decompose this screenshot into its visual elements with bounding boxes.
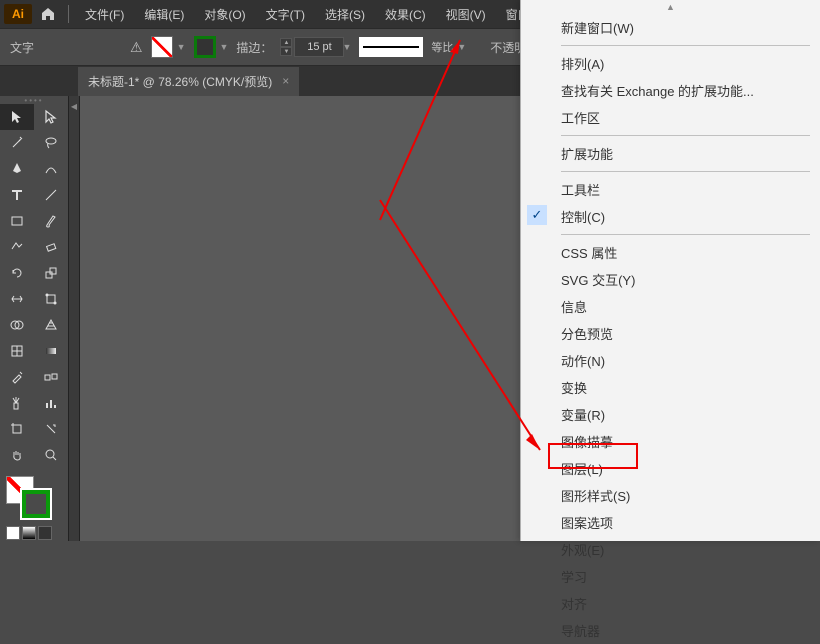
line-tool[interactable]: [34, 182, 68, 208]
menu-file[interactable]: 文件(F): [77, 2, 132, 27]
chevron-down-icon[interactable]: ▼: [177, 42, 186, 52]
none-mode[interactable]: [38, 526, 52, 540]
menu-control-label: 控制(C): [561, 210, 605, 225]
spinner-down[interactable]: ▼: [280, 47, 292, 56]
home-icon[interactable]: [36, 2, 60, 26]
menu-object[interactable]: 对象(O): [196, 2, 253, 27]
tools-panel: ••••: [0, 96, 68, 541]
menu-layers[interactable]: 图层(L): [521, 455, 820, 482]
fill-swatch[interactable]: [151, 36, 173, 58]
menu-variables[interactable]: 变量(R): [521, 401, 820, 428]
panel-grip[interactable]: ••••: [0, 96, 68, 104]
stroke-width-value[interactable]: 15 pt: [294, 37, 344, 57]
fill-stroke-control[interactable]: [0, 468, 68, 526]
menu-effect[interactable]: 效果(C): [377, 2, 434, 27]
tool-label: 文字: [10, 39, 34, 56]
menu-image-trace[interactable]: 图像描摹: [521, 428, 820, 455]
menu-text[interactable]: 文字(T): [258, 2, 313, 27]
rectangle-tool[interactable]: [0, 208, 34, 234]
hand-tool[interactable]: [0, 442, 34, 468]
direct-selection-tool[interactable]: [34, 104, 68, 130]
divider: [68, 5, 69, 23]
menu-graphic-styles[interactable]: 图形样式(S): [521, 482, 820, 509]
warning-icon[interactable]: ⚠: [130, 39, 143, 56]
chevron-down-icon[interactable]: ▼: [220, 42, 229, 52]
mesh-tool[interactable]: [0, 338, 34, 364]
menu-svg-interact[interactable]: SVG 交互(Y): [521, 266, 820, 293]
menu-sep-preview[interactable]: 分色预览: [521, 320, 820, 347]
menu-new-window[interactable]: 新建窗口(W): [521, 14, 820, 41]
menu-separator: [561, 45, 810, 46]
width-profile[interactable]: [359, 37, 423, 57]
menu-extensions[interactable]: 扩展功能: [521, 140, 820, 167]
menu-navigator[interactable]: 导航器: [521, 617, 820, 644]
perspective-tool[interactable]: [34, 312, 68, 338]
pen-tool[interactable]: [0, 156, 34, 182]
menu-edit[interactable]: 编辑(E): [136, 2, 192, 27]
stroke-color[interactable]: [22, 490, 50, 518]
menu-learn[interactable]: 学习: [521, 563, 820, 590]
menu-pattern-options[interactable]: 图案选项: [521, 509, 820, 536]
spinner-up[interactable]: ▲: [280, 38, 292, 47]
menu-align[interactable]: 对齐: [521, 590, 820, 617]
gradient-mode[interactable]: [22, 526, 36, 540]
menu-grip[interactable]: ▲: [521, 0, 820, 14]
artboard-tool[interactable]: [0, 416, 34, 442]
scale-tool[interactable]: [34, 260, 68, 286]
slice-tool[interactable]: [34, 416, 68, 442]
close-icon[interactable]: ×: [282, 74, 289, 88]
document-tab[interactable]: 未标题-1* @ 78.26% (CMYK/预览) ×: [78, 67, 299, 96]
paintbrush-tool[interactable]: [34, 208, 68, 234]
shaper-tool[interactable]: [0, 234, 34, 260]
chevron-down-icon[interactable]: ▼: [457, 42, 466, 52]
menu-toolbar[interactable]: 工具栏: [521, 176, 820, 203]
rotate-tool[interactable]: [0, 260, 34, 286]
menu-arrange[interactable]: 排列(A): [521, 50, 820, 77]
menu-transform[interactable]: 变换: [521, 374, 820, 401]
zoom-tool[interactable]: [34, 442, 68, 468]
tab-title: 未标题-1* @ 78.26% (CMYK/预览): [88, 73, 272, 90]
menu-actions[interactable]: 动作(N): [521, 347, 820, 374]
check-icon: ✓: [527, 205, 547, 225]
menu-exchange[interactable]: 查找有关 Exchange 的扩展功能...: [521, 77, 820, 104]
stroke-label: 描边：: [236, 39, 272, 56]
width-tool[interactable]: [0, 286, 34, 312]
shape-builder-tool[interactable]: [0, 312, 34, 338]
menu-separator: [561, 171, 810, 172]
lasso-tool[interactable]: [34, 130, 68, 156]
menu-separator: [561, 234, 810, 235]
menu-view[interactable]: 视图(V): [438, 2, 494, 27]
window-dropdown-menu: ▲ 新建窗口(W) 排列(A) 查找有关 Exchange 的扩展功能... 工…: [520, 0, 820, 541]
app-logo: Ai: [4, 4, 32, 24]
curvature-tool[interactable]: [34, 156, 68, 182]
free-transform-tool[interactable]: [34, 286, 68, 312]
menu-separator: [561, 135, 810, 136]
profile-label: 等比: [431, 39, 453, 55]
gradient-tool[interactable]: [34, 338, 68, 364]
symbol-sprayer-tool[interactable]: [0, 390, 34, 416]
magic-wand-tool[interactable]: [0, 130, 34, 156]
color-mode[interactable]: [6, 526, 20, 540]
type-tool[interactable]: [0, 182, 34, 208]
panel-collapse[interactable]: ◀: [68, 96, 80, 541]
blend-tool[interactable]: [34, 364, 68, 390]
menu-control[interactable]: ✓ 控制(C): [521, 203, 820, 230]
chevron-down-icon[interactable]: ▼: [342, 42, 351, 52]
stroke-width-spinner[interactable]: ▲ ▼ 15 pt ▼: [280, 37, 351, 57]
menu-select[interactable]: 选择(S): [317, 2, 373, 27]
stroke-swatch[interactable]: [194, 36, 216, 58]
eyedropper-tool[interactable]: [0, 364, 34, 390]
eraser-tool[interactable]: [34, 234, 68, 260]
selection-tool[interactable]: [0, 104, 34, 130]
menu-appearance[interactable]: 外观(E): [521, 536, 820, 563]
menu-info[interactable]: 信息: [521, 293, 820, 320]
menu-css-props[interactable]: CSS 属性: [521, 239, 820, 266]
menu-workspace[interactable]: 工作区: [521, 104, 820, 131]
column-graph-tool[interactable]: [34, 390, 68, 416]
